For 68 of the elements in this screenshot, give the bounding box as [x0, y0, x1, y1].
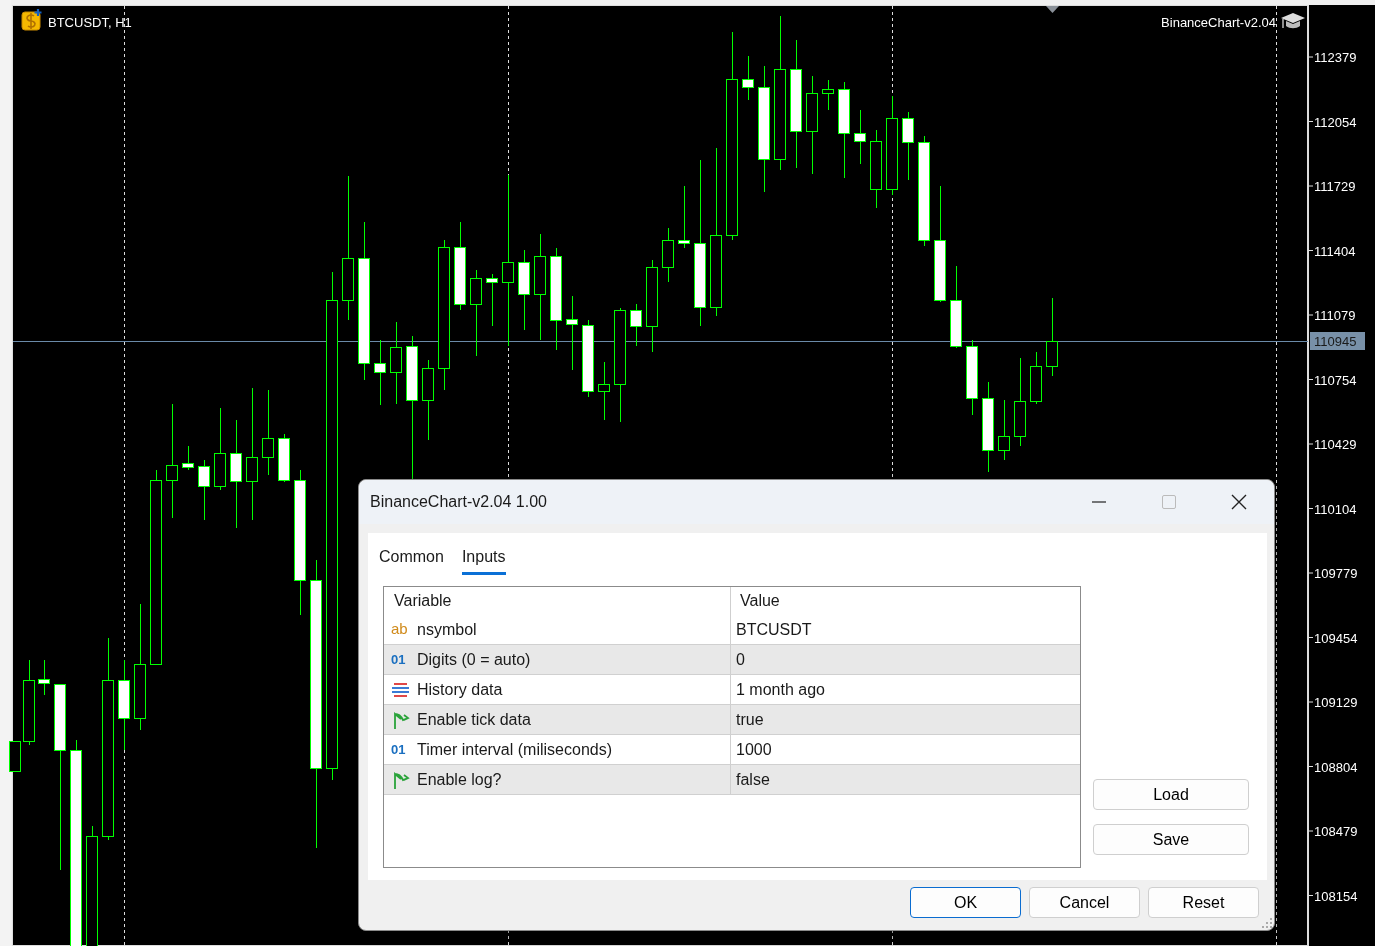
current-price-label: 110945: [1310, 332, 1365, 350]
candle: [678, 185, 690, 249]
tab[interactable]: Inputs: [461, 545, 506, 575]
price-label: 111079: [1314, 308, 1356, 323]
list-icon: [391, 681, 410, 698]
price-label: 112379: [1314, 50, 1357, 65]
variable-name: nsymbol: [417, 619, 477, 640]
candle: [998, 399, 1010, 461]
price-label: 110754: [1314, 372, 1357, 388]
price-label: 111729: [1314, 179, 1356, 194]
dollar-icon: [21, 7, 43, 31]
symbol-label: BTCUSDT, H1: [48, 15, 132, 30]
candle: [182, 445, 194, 471]
maximize-icon: [1161, 494, 1177, 510]
price-label: 108154: [1314, 888, 1358, 904]
side-button[interactable]: Load: [1093, 779, 1249, 810]
candle: [854, 109, 866, 165]
candle: [374, 339, 386, 406]
shift-marker-icon[interactable]: [1046, 6, 1059, 13]
dialog-button[interactable]: Cancel: [1029, 887, 1140, 918]
variable-name: Enable tick data: [417, 709, 531, 730]
price-label: 110104: [1314, 501, 1357, 517]
minimize-icon: [1091, 501, 1107, 503]
price-label: 109129: [1314, 695, 1358, 710]
close-icon: [1231, 494, 1247, 510]
text-type-label: ab: [391, 619, 409, 640]
candle: [278, 433, 290, 483]
variable-value[interactable]: BTCUSDT: [731, 617, 812, 642]
price-label: 108804: [1314, 759, 1358, 775]
graduation-cap-icon: [1281, 13, 1305, 29]
dialog-button[interactable]: Reset: [1148, 887, 1259, 918]
price-label: 108479: [1314, 824, 1358, 839]
variable-name: Digits (0 = auto): [417, 649, 531, 670]
variable-name: Enable log?: [417, 769, 502, 790]
price-label: 109454: [1314, 630, 1358, 646]
candle: [742, 55, 754, 101]
indicator-label: BinanceChart-v2.04: [1161, 15, 1276, 30]
variable-value[interactable]: false: [731, 767, 770, 792]
candle: [198, 459, 210, 521]
price-label: 112054: [1314, 114, 1357, 130]
variable-value[interactable]: true: [731, 707, 764, 732]
side-button[interactable]: Save: [1093, 824, 1249, 855]
candle: [1030, 351, 1042, 405]
candle: [630, 303, 642, 347]
number-type-label: 01: [391, 650, 407, 669]
number-type-label: 01: [391, 740, 407, 759]
window-title: BinanceChart-v2.04 1.00: [370, 492, 548, 512]
price-label: 111404: [1314, 243, 1356, 259]
branch-arrow-icon: [391, 709, 410, 730]
candle: [822, 79, 834, 111]
tab[interactable]: Common: [379, 545, 444, 575]
candle: [486, 273, 498, 327]
column-header: Variable: [393, 591, 452, 611]
price-label: 110429: [1314, 437, 1357, 452]
candle: [38, 659, 50, 696]
variable-name: Timer interval (miliseconds): [417, 739, 612, 760]
variable-value[interactable]: 0: [731, 647, 745, 672]
candle: [598, 361, 610, 421]
variable-name: History data: [417, 679, 503, 700]
dialog-button[interactable]: OK: [910, 887, 1021, 918]
column-header: Value: [739, 591, 780, 611]
variable-value[interactable]: 1 month ago: [731, 677, 825, 702]
candle: [902, 111, 914, 181]
price-label: 109779: [1314, 566, 1358, 581]
resize-grip-icon[interactable]: [1262, 918, 1272, 928]
branch-arrow-icon: [391, 769, 410, 790]
variable-value[interactable]: 1000: [731, 737, 772, 762]
candle: [662, 227, 674, 283]
